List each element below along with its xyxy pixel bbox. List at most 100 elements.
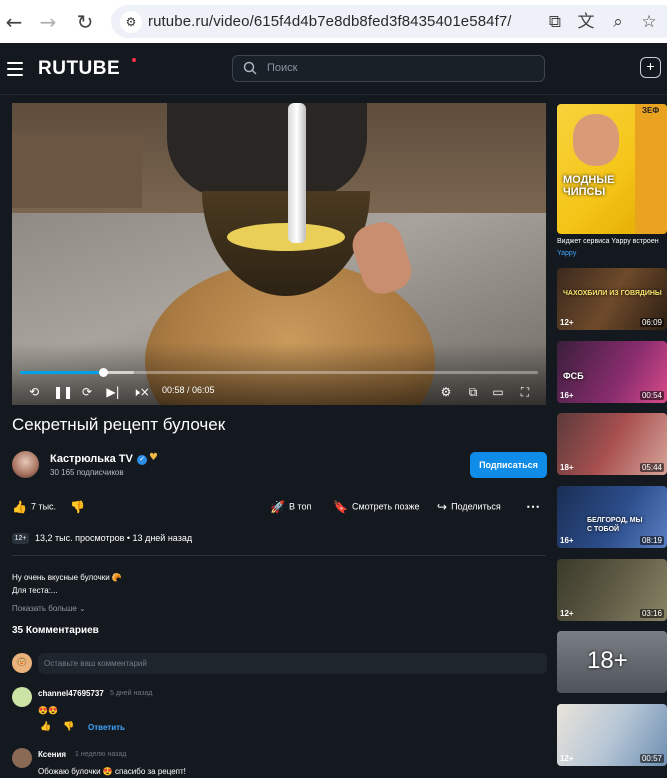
progress-fill — [20, 371, 103, 374]
logo-dot — [132, 58, 136, 62]
miniplayer-icon[interactable]: ⧉ — [465, 384, 481, 400]
comment-time: 5 дней назад — [110, 690, 153, 697]
share-button[interactable]: ↪ Поделиться — [437, 499, 501, 514]
recommended-video-thumbnail[interactable]: 18+ 05:44 — [557, 413, 667, 475]
next-icon[interactable]: ▶| — [106, 384, 120, 400]
ad-person-figure — [573, 114, 619, 166]
rutube-logo[interactable]: RUTUBE — [38, 58, 120, 80]
comment-avatar[interactable] — [12, 687, 32, 707]
site-header: RUTUBE + — [0, 43, 667, 95]
thumb-duration: 00:54 — [639, 391, 664, 400]
bookmark-icon: 🔖 — [333, 499, 348, 514]
description-line-2: Для теста:... — [12, 586, 58, 595]
ad-side-text: ЗЕФ — [642, 106, 660, 115]
recommended-video-thumbnail[interactable]: ЧАХОХБИЛИ ИЗ ГОВЯДИНЫ 12+ 06:09 — [557, 268, 667, 330]
thumb-overlay-text: 18+ — [587, 647, 628, 674]
reload-icon[interactable]: ↻ — [71, 8, 99, 36]
recommended-video-thumbnail[interactable]: 18+ — [557, 631, 667, 693]
age-rating-badge: 12+ — [12, 533, 29, 544]
search-icon[interactable] — [243, 61, 257, 75]
fullscreen-icon[interactable]: ⛶ — [517, 384, 533, 400]
progress-bar[interactable] — [20, 368, 538, 377]
open-in-app-icon[interactable]: ⧉ — [544, 12, 566, 32]
thumb-overlay-text: ФСБ — [563, 371, 584, 381]
dislike-button[interactable]: 👎 — [70, 499, 89, 514]
views-and-date: 13,2 тыс. просмотров • 13 дней назад — [35, 533, 193, 543]
forward-10-icon[interactable]: ⟳ — [79, 384, 95, 400]
thumb-duration: 00:57 — [639, 754, 664, 763]
comment-avatar[interactable] — [12, 748, 32, 768]
thumb-duration: 08:19 — [639, 536, 664, 545]
ad-thumb-text: МОДНЫЕ ЧИПСЫ — [563, 174, 615, 198]
theater-icon[interactable]: ▭ — [490, 384, 506, 400]
video-frame-cloth — [12, 133, 142, 208]
channel-avatar[interactable] — [12, 451, 39, 478]
thumbs-down-icon: 👎 — [70, 499, 85, 514]
comments-count-heading: 35 Комментариев — [12, 625, 99, 636]
recommended-video-thumbnail[interactable]: 12+ 00:57 — [557, 704, 667, 766]
user-avatar: 🐵 — [12, 653, 32, 673]
ad-sponsor[interactable]: Yappy — [557, 250, 576, 257]
channel-name[interactable]: Кастрюлька TV — [50, 453, 133, 465]
video-frame-person — [167, 103, 367, 198]
thumb-age-rating: 16+ — [560, 536, 574, 545]
recommended-video-thumbnail[interactable]: БЕЛГОРОД, МЫ С ТОБОЙ 16+ 08:19 — [557, 486, 667, 548]
thumb-duration: 06:09 — [639, 318, 664, 327]
translate-icon[interactable]: 文 — [575, 12, 597, 32]
subscribe-button[interactable]: Подписаться — [470, 452, 547, 478]
divider — [12, 555, 546, 556]
menu-icon[interactable] — [7, 62, 23, 76]
search-input[interactable] — [267, 62, 527, 74]
comment-dislike-icon[interactable]: 👎 — [63, 722, 74, 732]
thumbs-up-icon: 👍 — [12, 499, 27, 514]
ad-thumbnail[interactable]: ЗЕФ МОДНЫЕ ЧИПСЫ — [557, 104, 667, 234]
thumb-duration: 03:16 — [639, 609, 664, 618]
thumb-duration: 05:44 — [639, 463, 664, 472]
thumb-age-rating: 18+ — [560, 463, 574, 472]
comment-author[interactable]: Ксения — [38, 750, 66, 759]
like-button[interactable]: 👍 7 тыс. — [12, 499, 56, 514]
back-icon[interactable]: ← — [0, 8, 28, 36]
url-text[interactable]: rutube.ru/video/615f4d4b7e8db8fed3f84354… — [148, 13, 512, 30]
comment-like-icon[interactable]: 👍 — [40, 722, 51, 732]
show-more-link[interactable]: Показать больше ⌄ — [12, 604, 86, 613]
reply-button[interactable]: Ответить — [88, 723, 125, 732]
recommended-video-thumbnail[interactable]: ФСБ 16+ 00:54 — [557, 341, 667, 403]
recommended-video-thumbnail[interactable]: 12+ 03:16 — [557, 559, 667, 621]
address-bar[interactable]: ⚙ rutube.ru/video/615f4d4b7e8db8fed3f843… — [111, 5, 667, 38]
settings-icon[interactable]: ⚙ — [438, 384, 454, 400]
share-icon: ↪ — [437, 499, 448, 514]
ad-caption: Виджет сервиса Yappy встроен — [557, 238, 659, 245]
subscriber-count: 30 165 подписчиков — [50, 468, 124, 477]
video-title: Секретный рецепт булочек — [12, 415, 226, 434]
video-frame-batter — [227, 223, 345, 251]
more-options-icon[interactable]: ⋯ — [526, 499, 540, 513]
comment-text: Обожаю булочки 😍 спасибо за рецепт! — [38, 767, 186, 776]
pause-icon[interactable]: ❚❚ — [53, 384, 73, 400]
to-top-button[interactable]: 🚀 В топ — [270, 499, 311, 514]
rewind-10-icon[interactable]: ⟲ — [26, 384, 42, 400]
browser-toolbar: ← → ↻ ⚙ rutube.ru/video/615f4d4b7e8db8fe… — [0, 0, 667, 43]
video-player[interactable]: ⟲ ❚❚ ⟳ ▶| 🕨× 00:58 / 06:05 ⚙ ⧉ ▭ ⛶ — [12, 103, 546, 405]
comment-text: 😍😍 — [38, 706, 58, 715]
site-info-icon[interactable]: ⚙ — [120, 11, 142, 33]
thumb-age-rating: 12+ — [560, 754, 574, 763]
forward-icon[interactable]: → — [34, 8, 62, 36]
progress-handle[interactable] — [98, 368, 108, 377]
comment-author[interactable]: channel47695737 — [38, 689, 104, 698]
upload-icon[interactable]: + — [640, 57, 661, 78]
thumb-age-rating: 12+ — [560, 609, 574, 618]
watch-later-button[interactable]: 🔖 Смотреть позже — [333, 499, 420, 514]
search-box[interactable] — [232, 55, 545, 82]
comment-input[interactable] — [38, 653, 547, 674]
zoom-icon[interactable]: ⌕ — [607, 12, 629, 32]
heart-icon: ♥ — [149, 452, 158, 463]
time-display: 00:58 / 06:05 — [162, 385, 215, 395]
bookmark-star-icon[interactable]: ☆ — [638, 12, 660, 32]
thumb-age-rating: 12+ — [560, 318, 574, 327]
thumb-overlay-text: ЧАХОХБИЛИ ИЗ ГОВЯДИНЫ — [563, 290, 662, 297]
thumb-age-rating: 16+ — [560, 391, 574, 400]
mute-icon[interactable]: 🕨× — [132, 384, 150, 400]
verified-icon: ✓ — [137, 455, 147, 465]
rocket-icon: 🚀 — [270, 499, 285, 514]
